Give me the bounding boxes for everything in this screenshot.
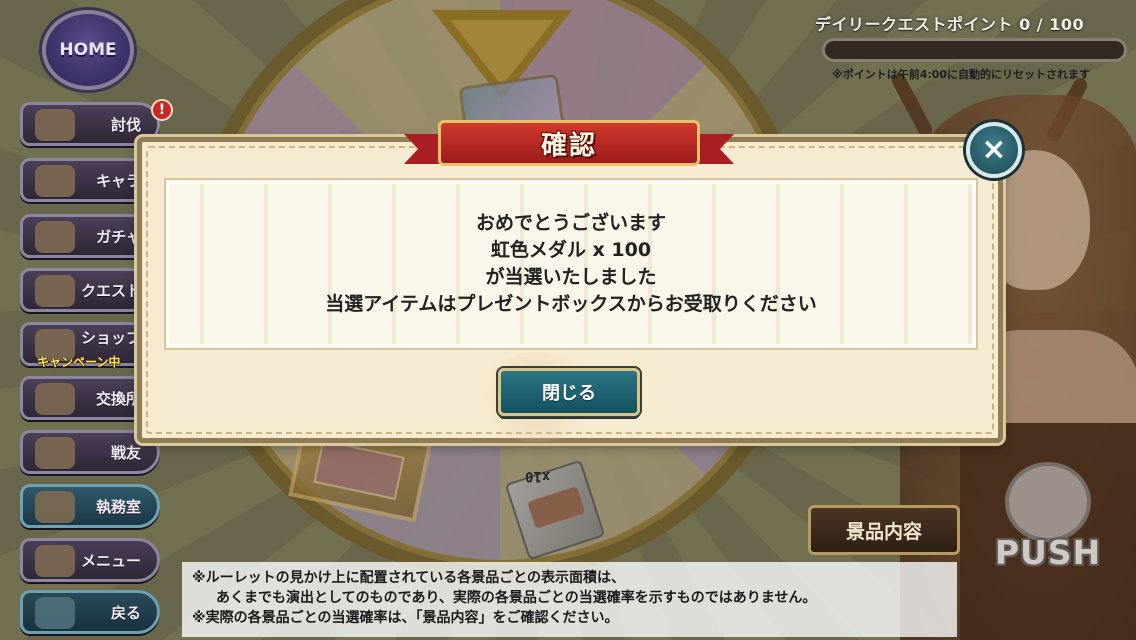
message-line-2: 虹色メダル x 100: [490, 239, 652, 261]
back-button[interactable]: 戻る: [20, 590, 160, 634]
monster-icon: [35, 109, 75, 141]
message-panel: おめでとうございます 虹色メダル x 100 が当選いたしました 当選アイテムは…: [164, 178, 978, 350]
dialog-title: 確認: [540, 130, 597, 161]
close-button-label: 閉じる: [542, 383, 596, 404]
message-line-4: 当選アイテムはプレゼントボックスからお受取りください: [325, 293, 817, 315]
note-line-2: あくまでも演出としてのものであり、実際の各景品ごとの当選確率を示すものではありま…: [216, 590, 817, 606]
gear-icon: [35, 545, 75, 577]
prize-list-label: 景品内容: [845, 520, 922, 543]
dialog-message: おめでとうございます 虹色メダル x 100 が当選いたしました 当選アイテムは…: [166, 210, 976, 318]
message-line-1: おめでとうございます: [475, 212, 666, 234]
message-line-3: が当選いたしました: [485, 266, 657, 288]
home-label: HOME: [59, 40, 117, 60]
daily-quest-points: デイリークエストポイント 0 / 100: [815, 15, 1085, 34]
daily-reset-note: ※ポイントは午前4:00に自動的にリセットされます: [832, 68, 1091, 81]
back-arrow-icon: [35, 597, 75, 629]
push-button[interactable]: PUSH: [985, 462, 1111, 572]
dialog-title-ribbon: 確認: [404, 120, 728, 172]
menu-button-office[interactable]: 執務室: [20, 484, 160, 528]
characters-icon: [35, 165, 75, 197]
flower-pot-icon: [35, 221, 75, 253]
daily-quest-progress-bar: [822, 38, 1127, 62]
dialog-close-button[interactable]: 閉じる: [498, 368, 640, 416]
probability-notes: ※ルーレットの見かけ上に配置されている各景品ごとの表示面積は、 あくまでも演出と…: [182, 562, 957, 637]
menu-button-menu[interactable]: メニュー: [20, 538, 160, 582]
dialog-close-icon-button[interactable]: ×: [966, 122, 1022, 178]
prize-list-button[interactable]: 景品内容: [808, 505, 960, 555]
exchange-icon: [35, 383, 75, 415]
note-line-3: ※実際の各景品ごとの当選確率は、「景品内容」をご確認ください。: [192, 610, 619, 626]
push-mascot-icon: [1005, 462, 1091, 542]
close-icon: ×: [981, 132, 1007, 167]
home-button[interactable]: HOME: [42, 10, 134, 90]
swords-icon: [35, 437, 75, 469]
push-label: PUSH: [994, 533, 1102, 572]
note-line-1: ※ルーレットの見かけ上に配置されている各景品ごとの表示面積は、: [192, 570, 626, 586]
alert-badge: !: [151, 99, 173, 121]
quest-map-icon: [35, 275, 75, 307]
ribbon-banner: 確認: [438, 120, 700, 166]
campaign-label: キャンペーン中: [37, 355, 121, 369]
office-icon: [35, 491, 75, 523]
